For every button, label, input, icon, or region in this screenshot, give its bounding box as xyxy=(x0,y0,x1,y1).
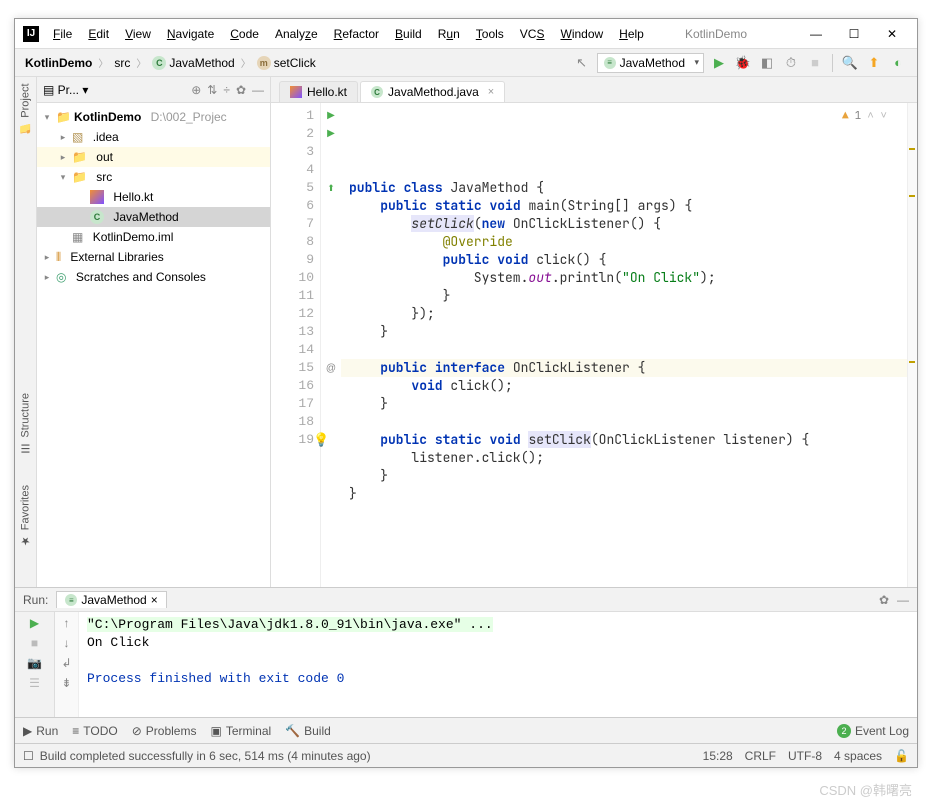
maximize-button[interactable]: ☐ xyxy=(837,22,871,46)
tree-scratches[interactable]: Scratches and Consoles xyxy=(76,270,206,284)
sidebar-tab-project[interactable]: 📁 Project xyxy=(19,83,32,135)
breadcrumb-method[interactable]: msetClick xyxy=(257,56,316,70)
rerun-icon[interactable]: ▶ xyxy=(30,616,39,630)
window-title: KotlinDemo xyxy=(685,27,787,41)
status-line-sep[interactable]: CRLF xyxy=(745,749,776,763)
up-icon[interactable]: ↑ xyxy=(64,616,70,630)
watermark: CSDN @韩曙亮 xyxy=(819,780,912,799)
debug-button[interactable]: 🐞 xyxy=(734,54,752,72)
status-time: 15:28 xyxy=(703,749,733,763)
stop-run-icon[interactable]: ■ xyxy=(31,636,38,650)
run-settings-icon[interactable]: ✿ xyxy=(879,593,889,607)
tree-hello[interactable]: Hello.kt xyxy=(113,190,153,204)
coverage-button[interactable]: ◧ xyxy=(758,54,776,72)
tree-src[interactable]: src xyxy=(96,170,112,184)
menu-edit[interactable]: Edit xyxy=(82,25,115,43)
bottom-problems[interactable]: ⊘ Problems xyxy=(132,724,197,738)
bottom-eventlog[interactable]: 2 Event Log xyxy=(837,724,909,738)
run-hide-icon[interactable]: — xyxy=(897,593,909,607)
project-tree[interactable]: ▾📁 KotlinDemo D:\002_Projec ▸▧ .idea ▸📁 … xyxy=(37,103,270,291)
sidebar-tab-structure[interactable]: ☰ Structure xyxy=(19,393,32,455)
settings-icon[interactable]: ✿ xyxy=(236,83,246,97)
tree-out[interactable]: out xyxy=(96,150,113,164)
editor-area: Hello.kt CJavaMethod.java× 1234567891011… xyxy=(271,77,917,587)
bottom-build[interactable]: 🔨 Build xyxy=(285,724,331,738)
status-indent[interactable]: 4 spaces xyxy=(834,749,882,763)
tree-javamethod[interactable]: JavaMethod xyxy=(113,210,178,224)
scroll-icon[interactable]: ⇟ xyxy=(61,676,71,690)
run-button[interactable]: ▶ xyxy=(710,54,728,72)
run-label: Run: xyxy=(23,593,48,607)
menu-view[interactable]: View xyxy=(119,25,157,43)
profile-button[interactable]: ⏱ xyxy=(782,54,800,72)
menu-analyze[interactable]: Analyze xyxy=(269,25,324,43)
breadcrumb-src[interactable]: src xyxy=(114,56,130,70)
close-icon[interactable]: × xyxy=(488,86,494,98)
capture-icon[interactable]: 📷 xyxy=(27,656,42,670)
run-tool-window: Run: ≡JavaMethod× ✿ — ▶ ■ 📷 ☰ ↑ ↓ ↲ ⇟ "C… xyxy=(15,587,917,717)
left-tool-strip: 📁 Project ☰ Structure ★ Favorites xyxy=(15,77,37,587)
titlebar: IJ File Edit View Navigate Code Analyze … xyxy=(15,19,917,49)
locate-icon[interactable]: ⊕ xyxy=(191,83,201,97)
code-editor[interactable]: ▲1 ˄ ˅ public class JavaMethod { public … xyxy=(341,103,907,587)
menu-tools[interactable]: Tools xyxy=(470,25,510,43)
menu-code[interactable]: Code xyxy=(224,25,265,43)
close-button[interactable]: ✕ xyxy=(875,22,909,46)
menu-navigate[interactable]: Navigate xyxy=(161,25,220,43)
bottom-terminal[interactable]: ▣ Terminal xyxy=(210,724,271,738)
breadcrumb-class[interactable]: CJavaMethod xyxy=(152,56,234,70)
menu-vcs[interactable]: VCS xyxy=(514,25,551,43)
status-message: Build completed successfully in 6 sec, 5… xyxy=(40,749,371,763)
tab-javamethod[interactable]: CJavaMethod.java× xyxy=(360,81,505,102)
tree-iml[interactable]: KotlinDemo.iml xyxy=(93,230,174,244)
sidebar-tab-favorites[interactable]: ★ Favorites xyxy=(19,485,32,547)
menu-build[interactable]: Build xyxy=(389,25,428,43)
search-icon[interactable]: 🔍 xyxy=(841,54,859,72)
collapse-icon[interactable]: ÷ xyxy=(223,83,230,97)
run-tab[interactable]: ≡JavaMethod× xyxy=(56,591,166,608)
project-view-label[interactable]: ▤ Pr... ▾ xyxy=(43,83,88,97)
expand-icon[interactable]: ⇅ xyxy=(207,83,217,97)
menu-run[interactable]: Run xyxy=(432,25,466,43)
down-icon[interactable]: ↓ xyxy=(64,636,70,650)
menu-refactor[interactable]: Refactor xyxy=(328,25,385,43)
sync-icon[interactable]: ⬆ xyxy=(865,54,883,72)
main-menu: File Edit View Navigate Code Analyze Ref… xyxy=(47,25,650,43)
layout-icon[interactable]: ☰ xyxy=(29,676,40,690)
breadcrumb-root[interactable]: KotlinDemo xyxy=(25,56,92,70)
tree-root[interactable]: KotlinDemo xyxy=(74,110,141,124)
minimize-button[interactable]: — xyxy=(799,22,833,46)
status-encoding[interactable]: UTF-8 xyxy=(788,749,822,763)
menu-window[interactable]: Window xyxy=(554,25,609,43)
menu-file[interactable]: File xyxy=(47,25,78,43)
stop-button[interactable]: ■ xyxy=(806,54,824,72)
bottom-run[interactable]: ▶ Run xyxy=(23,724,58,738)
bottom-tool-bar: ▶ Run ≡ TODO ⊘ Problems ▣ Terminal 🔨 Bui… xyxy=(15,717,917,743)
status-lock-icon[interactable]: 🔓 xyxy=(894,749,909,763)
inspection-widget[interactable]: ▲1 ˄ ˅ xyxy=(842,107,887,125)
bottom-todo[interactable]: ≡ TODO xyxy=(72,724,117,738)
tree-idea[interactable]: .idea xyxy=(93,130,119,144)
hide-icon[interactable]: — xyxy=(252,83,264,97)
app-icon: IJ xyxy=(23,26,39,42)
console-output[interactable]: "C:\Program Files\Java\jdk1.8.0_91\bin\j… xyxy=(79,612,917,717)
back-icon[interactable]: ↖ xyxy=(573,54,591,72)
error-stripe[interactable] xyxy=(907,103,917,587)
tab-hello[interactable]: Hello.kt xyxy=(279,81,358,102)
line-gutter: 12345678910111213141516171819 xyxy=(271,103,321,587)
menu-help[interactable]: Help xyxy=(613,25,650,43)
gutter-icons[interactable]: ▶▶ ⬆ @ xyxy=(321,103,341,587)
navigation-bar: KotlinDemo src CJavaMethod msetClick ↖ ≡… xyxy=(15,49,917,77)
ide-icon[interactable]: ◐ xyxy=(889,54,907,72)
project-panel: ▤ Pr... ▾ ⊕ ⇅ ÷ ✿ — ▾📁 KotlinDemo D:\002… xyxy=(37,77,271,587)
status-bar: ☐ Build completed successfully in 6 sec,… xyxy=(15,743,917,767)
wrap-icon[interactable]: ↲ xyxy=(61,656,71,670)
status-icon[interactable]: ☐ xyxy=(23,749,34,763)
run-config-combo[interactable]: ≡JavaMethod xyxy=(597,53,704,73)
tree-external-libraries[interactable]: External Libraries xyxy=(70,250,163,264)
